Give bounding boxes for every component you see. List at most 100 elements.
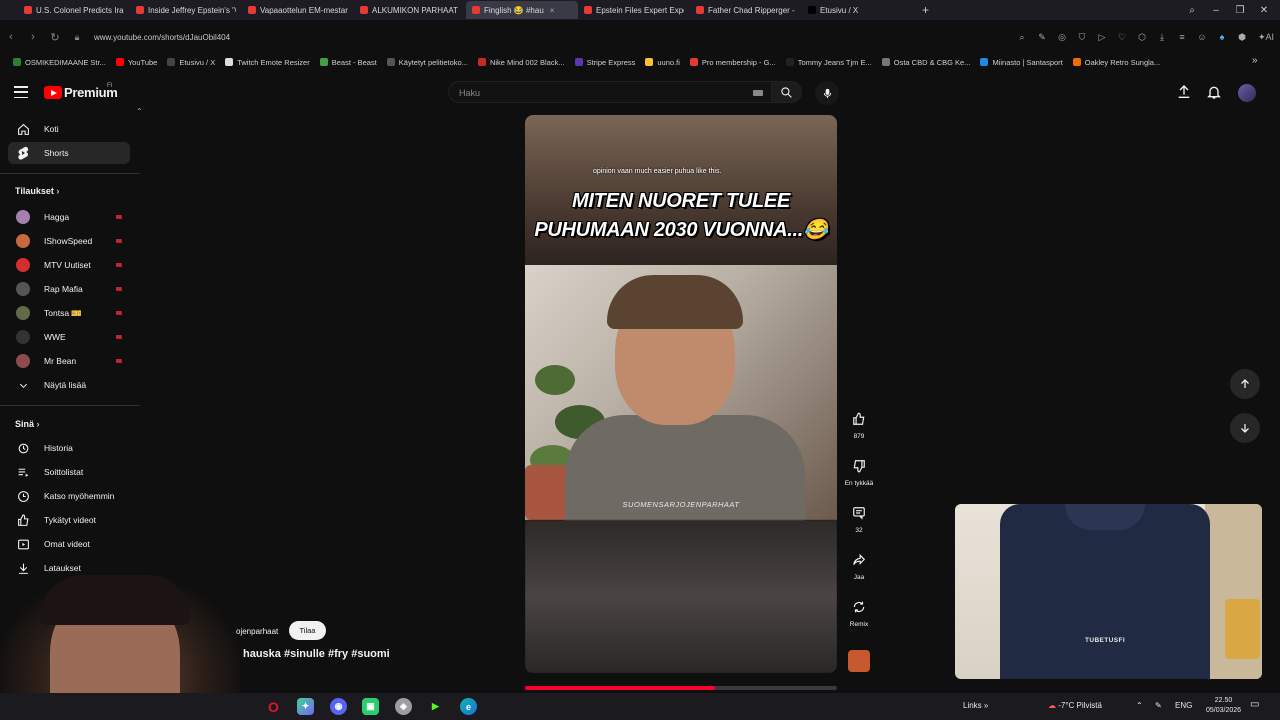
edit-icon[interactable]: ✎ — [1032, 27, 1052, 47]
close-tab-icon[interactable]: × — [550, 6, 555, 15]
you-header[interactable]: Sinä › — [15, 419, 40, 429]
subscription-item[interactable]: Hagga — [8, 206, 130, 228]
bookmark-item[interactable]: YouTube — [111, 58, 162, 67]
subscription-item[interactable]: Mr Bean — [8, 350, 130, 372]
search-tabs-icon[interactable]: ⌕ — [1180, 0, 1204, 20]
bookmark-item[interactable]: Käytetyt pelitietoko... — [382, 58, 473, 67]
sound-thumbnail[interactable] — [848, 650, 870, 672]
previous-short-button[interactable] — [1230, 369, 1260, 399]
dislike-button[interactable]: En tykkää — [845, 455, 873, 487]
bookmark-item[interactable]: Oakley Retro Sungla... — [1068, 58, 1165, 67]
sidebar-item-history[interactable]: Historia — [8, 437, 130, 459]
cube-icon[interactable]: ⬡ — [1132, 27, 1152, 47]
shorts-player[interactable]: opinion vaan much easier puhua like this… — [525, 115, 837, 673]
bookmark-item[interactable]: Tommy Jeans Tjm E... — [781, 58, 877, 67]
notifications-bell-icon[interactable] — [1206, 84, 1222, 100]
bookmark-item[interactable]: Nike Mind 002 Black... — [473, 58, 570, 67]
subscription-item[interactable]: Tontsa 🎫 — [8, 302, 130, 324]
app-icon[interactable]: ▣ — [362, 698, 379, 715]
browser-tab[interactable]: Father Chad Ripperger - S — [690, 1, 802, 19]
notification-center-icon[interactable]: ▭ — [1250, 699, 1259, 710]
weather-widget[interactable]: ☁ -7°C Pilvistä — [1048, 701, 1102, 710]
comments-button[interactable]: 32 — [845, 502, 873, 534]
close-window-icon[interactable]: ✕ — [1252, 0, 1276, 20]
bookmark-item[interactable]: Miinasto | Santasport — [975, 58, 1067, 67]
browser-tab[interactable]: Vapaaottelun EM-mestar — [242, 1, 354, 19]
subscriptions-header[interactable]: Tilaukset › — [15, 186, 59, 196]
discord-icon[interactable]: ◉ — [330, 698, 347, 715]
back-icon[interactable]: ‹ — [0, 27, 22, 47]
sidebar-item-video[interactable]: Omat videot — [8, 533, 130, 555]
new-tab-button[interactable]: + — [922, 3, 929, 17]
bookmark-item[interactable]: uuno.fi — [640, 58, 685, 67]
short-description[interactable]: hauska #sinulle #fry #suomi — [243, 648, 390, 660]
bookmark-item[interactable]: Pro membership - G... — [685, 58, 781, 67]
sidebar-item-playlist[interactable]: Soittolistat — [8, 461, 130, 483]
shield-icon[interactable]: ⛉ — [1072, 27, 1092, 47]
sidebar-item-thumbs-up[interactable]: Tykätyt videot — [8, 509, 130, 531]
copilot-icon[interactable]: ✦ — [297, 698, 314, 715]
sidebar-item-shorts[interactable]: Shorts — [8, 142, 130, 164]
pen-icon[interactable]: ✎ — [1155, 701, 1162, 710]
forward-icon[interactable]: › — [22, 27, 44, 47]
youtube-logo-icon[interactable] — [44, 86, 62, 99]
remix-button[interactable]: Remix — [845, 596, 873, 628]
browser-tab[interactable]: ALKUMIKON PARHAAT Je — [354, 1, 466, 19]
bookmark-item[interactable]: Twitch Emote Resizer — [220, 58, 315, 67]
menu-hamburger-icon[interactable] — [14, 86, 28, 98]
like-button[interactable]: 879 — [845, 408, 873, 440]
account-avatar[interactable] — [1238, 84, 1256, 102]
subscribe-button[interactable]: Tilaa — [289, 621, 326, 640]
sidebar-collapse-icon[interactable]: ⌃ — [136, 107, 143, 116]
reload-icon[interactable]: ↻ — [44, 27, 66, 47]
edge-icon[interactable]: e — [460, 698, 477, 715]
browser-tab[interactable]: U.S. Colonel Predicts Iran — [18, 1, 130, 19]
next-short-button[interactable] — [1230, 413, 1260, 443]
profile-icon[interactable]: ☺ — [1192, 27, 1212, 47]
menu-icon[interactable]: ≡ — [1172, 27, 1192, 47]
heart-icon[interactable]: ♡ — [1112, 27, 1132, 47]
browser-tab[interactable]: Etusivu / X — [802, 1, 914, 19]
tray-chevron-icon[interactable]: ⌃ — [1136, 701, 1143, 710]
subscription-item[interactable]: WWE — [8, 326, 130, 348]
camera-icon[interactable]: ◎ — [1052, 27, 1072, 47]
subscription-item[interactable]: MTV Uutiset — [8, 254, 130, 276]
opera-icon[interactable]: O — [265, 698, 282, 715]
language-indicator[interactable]: ENG — [1175, 701, 1192, 710]
bookmark-item[interactable]: Etusivu / X — [162, 58, 220, 67]
zoom-icon[interactable]: ⌕ — [1012, 27, 1032, 47]
minimize-icon[interactable]: – — [1204, 0, 1228, 20]
play-icon[interactable]: ▷ — [1092, 27, 1112, 47]
sidebar-item-clock[interactable]: Katso myöhemmin — [8, 485, 130, 507]
bookmark-item[interactable]: Osta CBD & CBG Ke... — [877, 58, 976, 67]
extension-icon[interactable]: ♠ — [1212, 27, 1232, 47]
sidebar-show-more[interactable]: Näytä lisää — [8, 374, 130, 396]
download-icon[interactable]: ⤓ — [1152, 27, 1172, 47]
search-input[interactable]: Haku — [448, 81, 772, 103]
share-button[interactable]: Jaa — [845, 549, 873, 581]
browser-tab[interactable]: Finglish 😂 #hau × — [466, 1, 578, 19]
keyboard-icon[interactable] — [753, 90, 763, 96]
clock[interactable]: 22.50 05/03/2026 — [1206, 696, 1241, 716]
progress-bar[interactable] — [525, 686, 716, 690]
subscription-item[interactable]: IShowSpeed — [8, 230, 130, 252]
browser-tab[interactable]: Inside Jeffrey Epstein's "G — [130, 1, 242, 19]
sidebar-item-home[interactable]: Koti — [8, 118, 130, 140]
voice-search-button[interactable] — [815, 81, 839, 105]
bookmark-item[interactable]: Beast - Beast — [315, 58, 382, 67]
settings-icon[interactable]: ⬢ — [1232, 27, 1252, 47]
short-channel-name[interactable]: ojenparhaat — [236, 627, 278, 636]
bookmark-item[interactable]: OSMIKEDIMAANE Str... — [8, 58, 111, 67]
restore-icon[interactable]: ❐ — [1228, 0, 1252, 20]
browser-tab[interactable]: Epstein Files Expert Expos — [578, 1, 690, 19]
search-button[interactable] — [772, 81, 802, 103]
bookmarks-overflow-icon[interactable]: » — [1252, 55, 1258, 66]
upload-icon[interactable] — [1176, 84, 1192, 100]
ai-icon[interactable]: ✦AI — [1252, 27, 1280, 47]
subscription-item[interactable]: Rap Mafia — [8, 278, 130, 300]
links-toolbar[interactable]: Links » — [963, 701, 988, 710]
kick-icon[interactable]: ▶ — [427, 698, 444, 715]
url-field[interactable]: www.youtube.com/shorts/dJauObil404 — [94, 33, 230, 42]
bookmark-item[interactable]: Stripe Express — [570, 58, 641, 67]
vpn-icon[interactable]: ◈ — [395, 698, 412, 715]
